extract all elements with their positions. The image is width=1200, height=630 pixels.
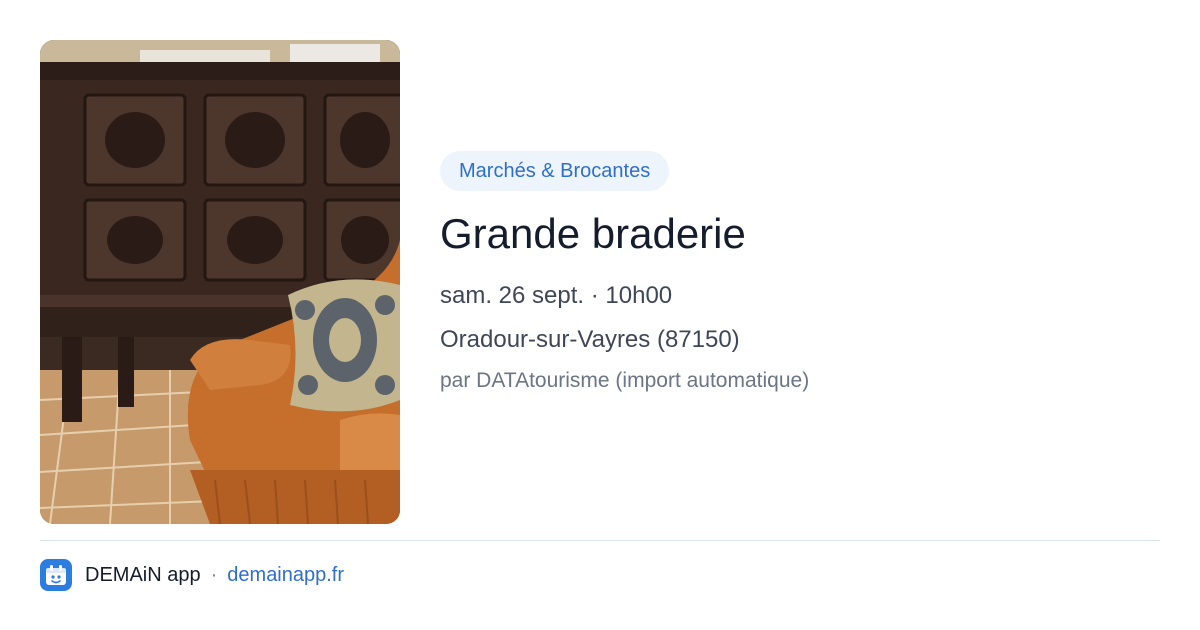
demain-app-icon (40, 559, 72, 591)
event-source: par DATAtourisme (import automatique) (440, 369, 810, 392)
event-photo (40, 40, 400, 524)
app-name: DEMAiN app (85, 563, 201, 586)
category-badge[interactable]: Marchés & Brocantes (440, 151, 670, 191)
footer: DEMAiN app · demainapp.fr (40, 558, 344, 592)
event-preview-card[interactable]: Marchés & Brocantes Grande braderie sam.… (0, 0, 1200, 630)
event-title[interactable]: Grande braderie (440, 208, 1160, 260)
footer-separator: · (210, 563, 218, 586)
footer-divider (40, 540, 1160, 541)
event-location: Oradour-sur-Vayres (87150) (440, 326, 740, 353)
event-details: Marchés & Brocantes Grande braderie sam.… (440, 151, 1160, 396)
website-link[interactable]: demainapp.fr (227, 564, 344, 587)
event-datetime: sam. 26 sept. · 10h00 (440, 282, 673, 309)
